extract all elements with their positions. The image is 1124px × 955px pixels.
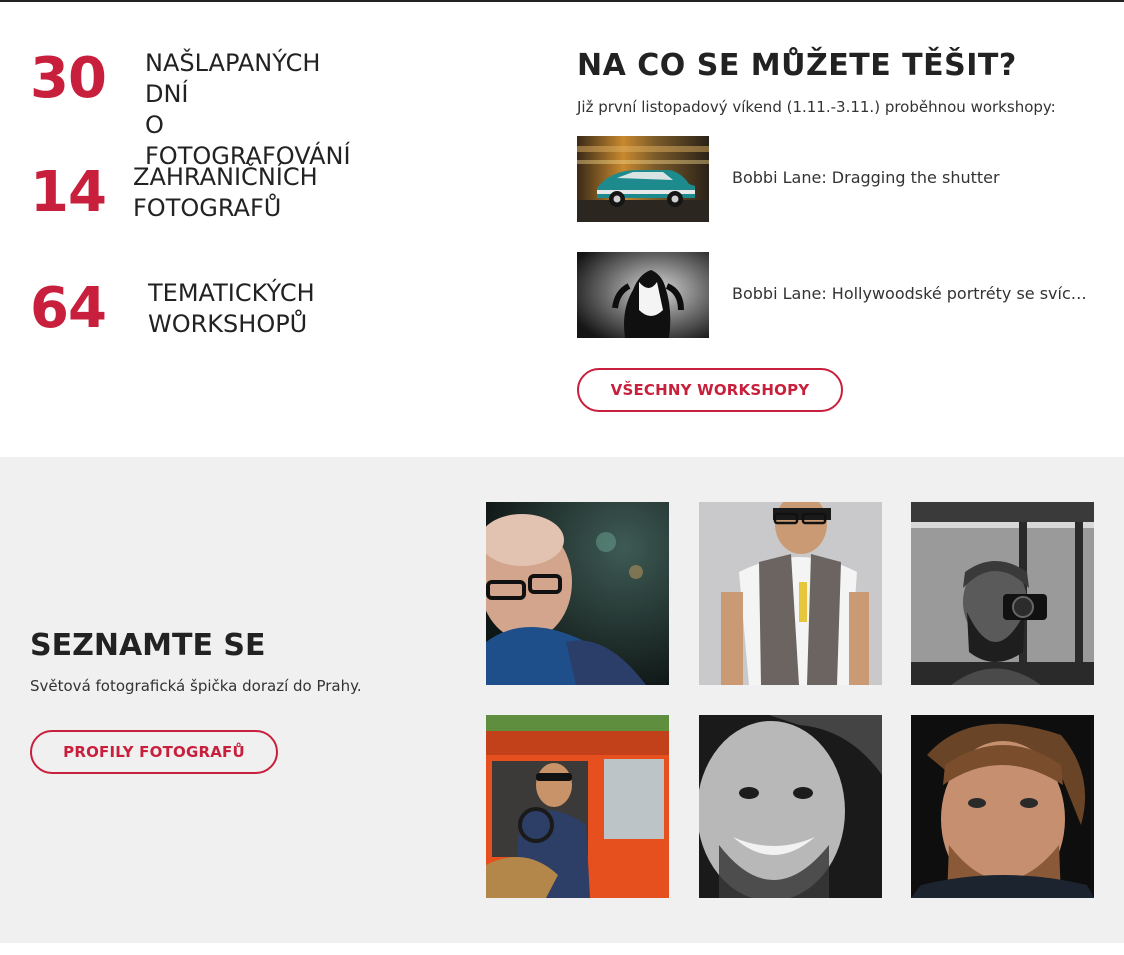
- workshops-title: NA CO SE MŮŽETE TĚŠIT?: [577, 48, 1017, 83]
- stat-label-line: Zahraničních: [133, 163, 318, 191]
- stat-label-line: Našlapaných dní: [145, 49, 321, 108]
- photographer-portrait[interactable]: [699, 502, 882, 685]
- photographer-portrait[interactable]: [699, 715, 882, 898]
- photographer-portrait[interactable]: [911, 715, 1094, 898]
- workshop-item-hollywood-portraits[interactable]: Bobbi Lane: Hollywoodské portréty se sví…: [577, 252, 1097, 338]
- stat-number: 30: [30, 46, 107, 111]
- all-workshops-button[interactable]: VŠECHNY WORKSHOPY: [577, 368, 843, 412]
- stat-number: 64: [30, 276, 107, 341]
- workshops-intro: Již první listopadový víkend (1.11.-3.11…: [577, 98, 1056, 116]
- meet-text: Světová fotografická špička dorazí do Pr…: [30, 677, 362, 695]
- photographer-portrait[interactable]: [911, 502, 1094, 685]
- photographer-portrait[interactable]: [486, 502, 669, 685]
- photographer-profiles-button[interactable]: PROFILY FOTOGRAFŮ: [30, 730, 278, 774]
- stat-label: Našlapaných dní o fotografování: [145, 48, 351, 172]
- stat-label: Tematických workshopů: [148, 278, 315, 340]
- top-divider: [0, 0, 1124, 2]
- stat-label-line: fotografů: [133, 194, 282, 222]
- photographer-portrait[interactable]: [486, 715, 669, 898]
- workshop-thumbnail-car[interactable]: [577, 136, 709, 222]
- workshop-thumbnail-portrait[interactable]: [577, 252, 709, 338]
- workshop-item-dragging-shutter[interactable]: Bobbi Lane: Dragging the shutter: [577, 136, 1097, 222]
- meet-title: SEZNAMTE SE: [30, 628, 266, 663]
- stat-label: Zahraničních fotografů: [133, 162, 318, 224]
- workshop-item-label[interactable]: Bobbi Lane: Dragging the shutter: [732, 168, 1092, 187]
- stat-number: 14: [30, 160, 107, 225]
- stat-label-line: workshopů: [148, 310, 308, 338]
- stat-label-line: Tematických: [148, 279, 315, 307]
- workshop-item-label[interactable]: Bobbi Lane: Hollywoodské portréty se sví…: [732, 284, 1092, 303]
